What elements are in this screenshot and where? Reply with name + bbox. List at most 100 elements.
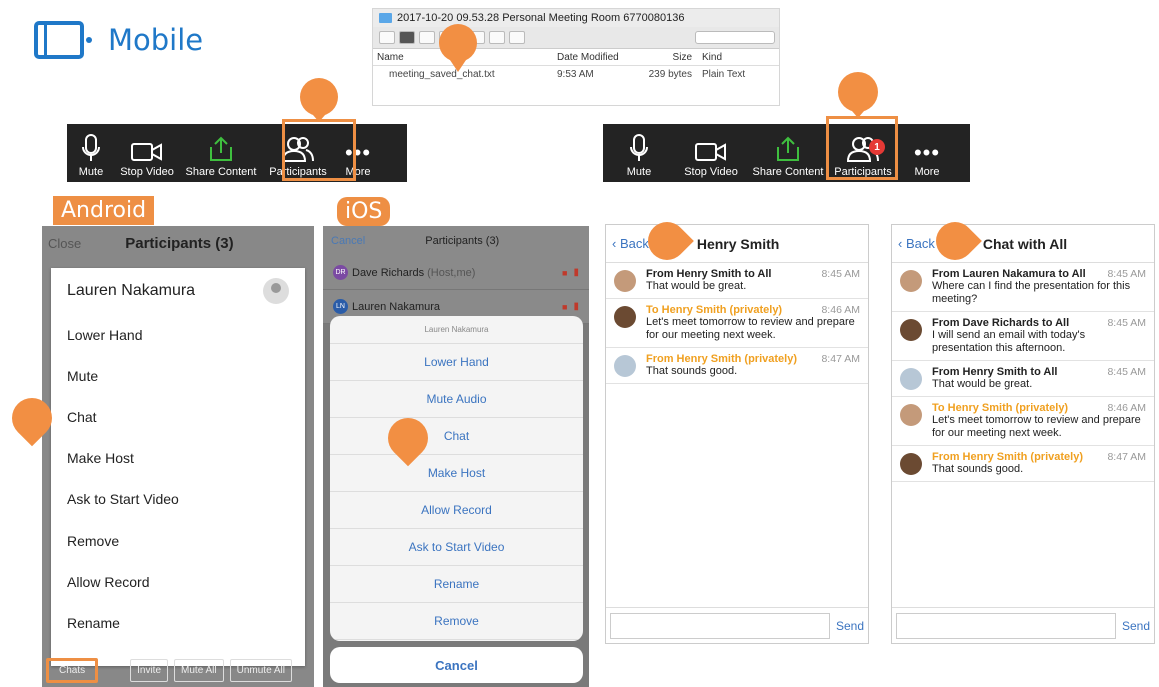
- mute-label: Mute: [626, 166, 652, 178]
- avatar: [614, 355, 636, 377]
- chat-message-input[interactable]: [896, 612, 1116, 639]
- finder-window-title: 2017-10-20 09.53.28 Personal Meeting Roo…: [397, 12, 685, 24]
- avatar: [900, 270, 922, 292]
- video-off-icon: ■: [562, 301, 568, 312]
- back-button[interactable]: ‹ Back: [898, 236, 935, 251]
- menu-rename[interactable]: Rename: [51, 602, 305, 643]
- share-content-label: Share Content: [185, 166, 257, 178]
- chats-button[interactable]: Chats: [46, 657, 99, 683]
- file-modified: 9:53 AM: [557, 69, 594, 80]
- stop-video-button[interactable]: Stop Video: [115, 141, 179, 178]
- mute-all-button[interactable]: Mute All: [174, 658, 224, 682]
- message-header: From Dave Richards to All 8:45 AM: [932, 317, 1146, 329]
- android-participants-panel: Close Participants (3) Lauren Nakamura L…: [42, 226, 314, 687]
- col-size[interactable]: Size: [633, 52, 698, 63]
- message-sender: From Henry Smith (privately): [932, 451, 1083, 463]
- meeting-toolbar-android: Mute Stop Video Share Content Participan…: [67, 124, 407, 182]
- send-button[interactable]: Send: [836, 619, 864, 633]
- participants-highlight: [282, 119, 356, 181]
- action-allow-record[interactable]: Allow Record: [330, 492, 583, 529]
- message-text: That would be great.: [646, 280, 747, 292]
- pointer-marker-tip: [307, 108, 331, 122]
- menu-ask-to-start-video[interactable]: Ask to Start Video: [51, 479, 305, 520]
- action-make-host[interactable]: Make Host: [330, 455, 583, 492]
- more-button[interactable]: ••• More: [897, 142, 957, 179]
- menu-chat[interactable]: Chat: [51, 396, 305, 437]
- ios-title: Participants (3): [425, 235, 500, 247]
- list-view-button[interactable]: [399, 31, 415, 44]
- ios-cancel-button[interactable]: Cancel: [330, 647, 583, 683]
- menu-mute[interactable]: Mute: [51, 355, 305, 396]
- ios-action-sheet: Lauren Nakamura Lower Hand Mute Audio Ch…: [330, 316, 583, 641]
- tablet-icon: [34, 21, 92, 59]
- video-off-icon: ■: [562, 267, 568, 278]
- chat-message: To Henry Smith (privately) 8:46 AM Let's m…: [606, 299, 868, 348]
- unmute-all-button[interactable]: Unmute All: [229, 658, 292, 682]
- share-arrow-icon: [777, 136, 799, 161]
- ios-cancel-link[interactable]: Cancel: [331, 235, 365, 247]
- participant-name: Dave Richards: [352, 266, 425, 279]
- tags-button[interactable]: [509, 31, 525, 44]
- share-content-button[interactable]: Share Content: [179, 135, 263, 178]
- file-size: 239 bytes: [648, 69, 692, 80]
- message-body: From Henry Smith (privately) 8:47 AM That …: [646, 353, 860, 378]
- share-button[interactable]: [489, 31, 505, 44]
- folder-icon: [379, 13, 392, 23]
- file-kind: Plain Text: [702, 69, 746, 80]
- mute-button[interactable]: Mute: [67, 133, 115, 178]
- col-kind[interactable]: Kind: [698, 52, 778, 63]
- message-header: From Henry Smith to All 8:45 AM: [932, 366, 1146, 378]
- column-view-button[interactable]: [419, 31, 435, 44]
- send-button[interactable]: Send: [1122, 619, 1150, 633]
- action-mute-audio[interactable]: Mute Audio: [330, 381, 583, 418]
- menu-remove[interactable]: Remove: [51, 520, 305, 561]
- action-rename[interactable]: Rename: [330, 566, 583, 603]
- message-time: 8:47 AM: [1107, 451, 1146, 463]
- menu-allow-record[interactable]: Allow Record: [51, 561, 305, 602]
- message-sender: From Lauren Nakamura to All: [932, 268, 1086, 280]
- action-chat[interactable]: Chat: [330, 418, 583, 455]
- participant-row[interactable]: DR Dave Richards (Host,me) ■ ▮: [323, 256, 589, 290]
- message-header: From Henry Smith (privately) 8:47 AM: [932, 451, 1146, 463]
- chat-header: ‹ Back Chat with All: [892, 225, 1154, 263]
- participant-name: Lauren Nakamura: [352, 300, 441, 313]
- android-label: Android: [53, 196, 155, 225]
- avatar: [900, 319, 922, 341]
- android-participant-menu: Lauren Nakamura Lower Hand Mute Chat Mak…: [51, 268, 305, 666]
- android-close-button[interactable]: Close: [48, 236, 81, 251]
- chat-title: Chat with All: [982, 235, 1068, 252]
- avatar: [263, 278, 289, 304]
- action-lower-hand[interactable]: Lower Hand: [330, 344, 583, 381]
- share-arrow-icon: [210, 136, 232, 161]
- finder-toolbar: [373, 27, 779, 49]
- finder-window: 2017-10-20 09.53.28 Personal Meeting Roo…: [372, 8, 780, 106]
- action-remove[interactable]: Remove: [330, 603, 583, 640]
- share-content-button[interactable]: Share Content: [747, 135, 829, 178]
- finder-search-input[interactable]: [695, 31, 775, 44]
- message-body: From Dave Richards to All 8:45 AM I will s…: [932, 317, 1146, 355]
- invite-button[interactable]: Invite: [130, 658, 169, 682]
- menu-lower-hand[interactable]: Lower Hand: [51, 314, 305, 355]
- mute-label: Mute: [78, 166, 104, 178]
- chat-message: From Henry Smith to All 8:45 AM That would…: [892, 361, 1154, 397]
- participant-role: (Host,me): [427, 266, 476, 279]
- finder-file-row[interactable]: meeting_saved_chat.txt 9:53 AM 239 bytes…: [373, 66, 779, 83]
- message-text: I will send an email with today's presen…: [932, 329, 1086, 354]
- back-button[interactable]: ‹ Back: [612, 236, 649, 251]
- message-time: 8:45 AM: [821, 268, 860, 280]
- menu-make-host[interactable]: Make Host: [51, 438, 305, 479]
- stop-video-label: Stop Video: [120, 166, 174, 178]
- pointer-marker-tip: [846, 104, 870, 118]
- message-list: From Henry Smith to All 8:45 AM That would…: [606, 263, 868, 384]
- stop-video-button[interactable]: Stop Video: [675, 141, 747, 178]
- icon-view-button[interactable]: [379, 31, 395, 44]
- mute-button[interactable]: Mute: [603, 133, 675, 178]
- message-header: From Henry Smith to All 8:45 AM: [646, 268, 860, 280]
- col-date-modified[interactable]: Date Modified: [553, 52, 633, 63]
- message-sender: From Henry Smith (privately): [646, 353, 797, 365]
- message-sender: From Henry Smith to All: [932, 366, 1058, 378]
- chat-message-input[interactable]: [610, 612, 830, 639]
- android-topbar: Close Participants (3): [42, 226, 314, 260]
- menu-participant-name: Lauren Nakamura: [51, 268, 305, 314]
- action-ask-to-start-video[interactable]: Ask to Start Video: [330, 529, 583, 566]
